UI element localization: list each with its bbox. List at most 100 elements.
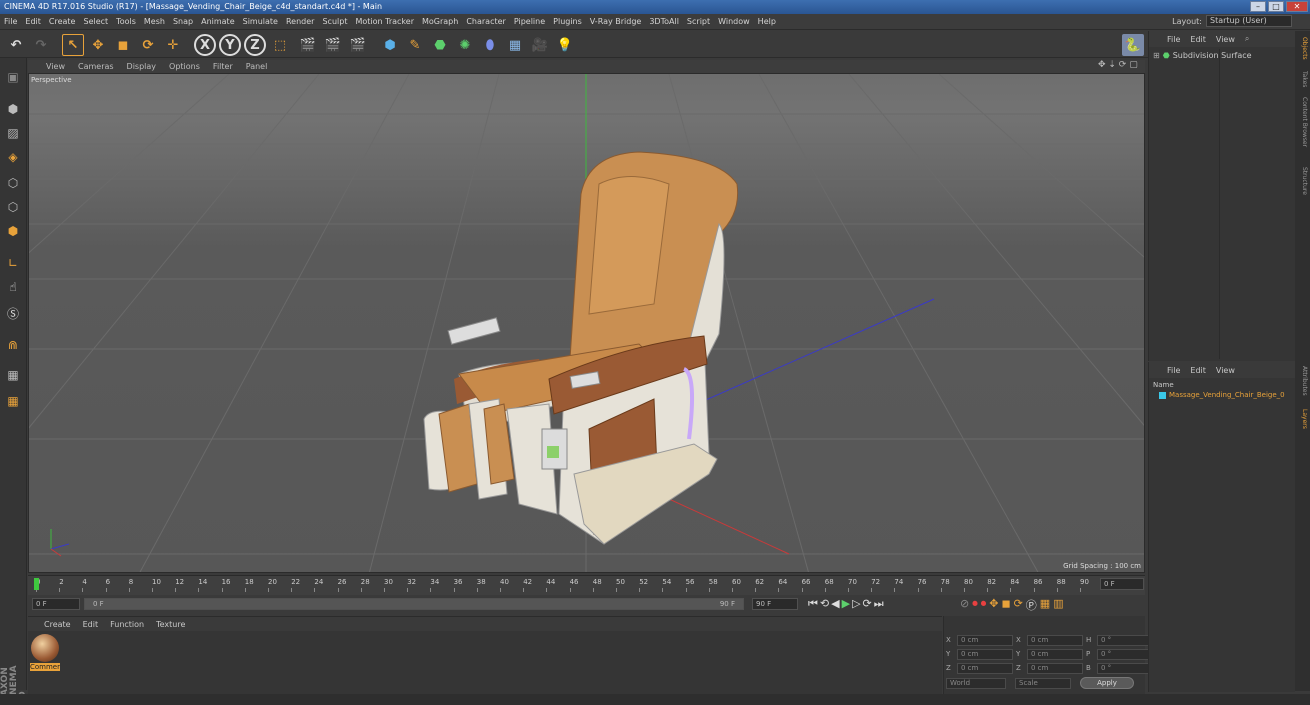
end-frame-field[interactable]: 90 F [752, 598, 798, 610]
model-mode-icon[interactable]: ⬢ [2, 98, 24, 120]
layout-dropdown[interactable]: Startup (User) [1206, 15, 1292, 27]
expand-icon[interactable]: ⊞ [1153, 51, 1160, 60]
tab-attributes[interactable]: Attributes [1297, 366, 1308, 396]
polygons-mode-icon[interactable]: ⬢ [2, 220, 24, 242]
menu-edit[interactable]: Edit [25, 17, 41, 26]
coord-space-dropdown[interactable]: World [946, 677, 1006, 689]
material-swatch[interactable]: Commer [30, 634, 60, 674]
prev-frame-icon[interactable]: ◀ [831, 597, 839, 611]
z-axis-icon[interactable]: Z [244, 34, 266, 56]
next-key-icon[interactable]: ⟳ [863, 597, 872, 611]
play-icon[interactable]: ▶ [842, 597, 850, 611]
undo-icon[interactable]: ↶ [5, 34, 27, 56]
tab-objects[interactable]: Objects [1297, 37, 1308, 60]
maximize-icon[interactable]: □ [1268, 1, 1284, 12]
keyframe-selection-icon[interactable]: ⊘ [960, 597, 969, 613]
scale-tool-icon[interactable]: ◼ [112, 34, 134, 56]
key-rotation-icon[interactable]: ⟳ [1014, 597, 1023, 613]
autokey-icon[interactable]: ⏺ [981, 597, 987, 613]
render-picture-viewer-icon[interactable]: 🎬 [322, 34, 344, 56]
close-icon[interactable]: ✕ [1286, 1, 1308, 12]
layer-menu-file[interactable]: File [1167, 366, 1180, 375]
snap-icon[interactable]: Ⓢ [2, 302, 24, 324]
redo-icon[interactable]: ↷ [30, 34, 52, 56]
deformer-icon[interactable]: ⬮ [479, 34, 501, 56]
layer-menu-edit[interactable]: Edit [1190, 366, 1206, 375]
current-frame-field[interactable]: 0 F [32, 598, 80, 610]
layer-row[interactable]: Massage_Vending_Chair_Beige_0 [1159, 391, 1285, 399]
coord-b-field[interactable]: 0 ° [1097, 662, 1153, 674]
mat-menu-texture[interactable]: Texture [156, 620, 185, 629]
vp-menu-display[interactable]: Display [127, 62, 157, 71]
planar-workplane-icon[interactable]: ▦ [2, 390, 24, 412]
tab-layers[interactable]: Layers [1297, 409, 1308, 429]
coord-size-x-field[interactable]: 0 cm [1027, 634, 1083, 646]
obj-menu-view[interactable]: View [1216, 35, 1235, 44]
menu-mograph[interactable]: MoGraph [422, 17, 458, 26]
tab-content-browser[interactable]: Content Browser [1297, 97, 1308, 147]
menu-script[interactable]: Script [687, 17, 710, 26]
next-frame-icon[interactable]: ▷ [852, 597, 860, 611]
record-icon[interactable]: ⏺ [972, 597, 978, 613]
pen-icon[interactable]: ✎ [404, 34, 426, 56]
transform-tool-icon[interactable]: ✛ [162, 34, 184, 56]
menu-tools[interactable]: Tools [116, 17, 136, 26]
playhead[interactable] [34, 578, 39, 590]
locked-workplane-icon[interactable]: ▦ [2, 364, 24, 386]
coordinate-system-icon[interactable]: ⬚ [269, 34, 291, 56]
menu-3dtoall[interactable]: 3DToAll [649, 17, 679, 26]
coord-h-field[interactable]: 0 ° [1097, 634, 1153, 646]
mat-menu-edit[interactable]: Edit [83, 620, 99, 629]
object-row[interactable]: ⊞ ⬣ Subdivision Surface [1153, 51, 1252, 60]
key-parameter-icon[interactable]: Ⓟ [1026, 597, 1037, 613]
tab-structure[interactable]: Structure [1297, 167, 1308, 195]
tab-takes[interactable]: Takes [1297, 71, 1308, 87]
menu-file[interactable]: File [4, 17, 17, 26]
array-icon[interactable]: ✺ [454, 34, 476, 56]
menu-motion-tracker[interactable]: Motion Tracker [355, 17, 414, 26]
mat-menu-create[interactable]: Create [44, 620, 71, 629]
vp-menu-panel[interactable]: Panel [246, 62, 268, 71]
layer-menu-view[interactable]: View [1216, 366, 1235, 375]
goto-start-icon[interactable]: ⏮ [808, 597, 818, 611]
coord-p-field[interactable]: 0 ° [1097, 648, 1153, 660]
menu-window[interactable]: Window [718, 17, 750, 26]
viewport-perspective[interactable]: Perspective Grid Spacing : 100 cm [28, 73, 1145, 573]
viewport-nav-icons[interactable]: ✥ ⇣ ⟳ ▢ [1098, 60, 1138, 70]
search-icon[interactable]: ⌕ [1245, 34, 1249, 44]
menu-render[interactable]: Render [286, 17, 314, 26]
menu-snap[interactable]: Snap [173, 17, 193, 26]
prev-key-icon[interactable]: ⟲ [820, 597, 829, 611]
menu-vray-bridge[interactable]: V-Ray Bridge [590, 17, 642, 26]
x-axis-icon[interactable]: X [194, 34, 216, 56]
light-icon[interactable]: 💡 [554, 34, 576, 56]
minimize-icon[interactable]: – [1250, 1, 1266, 12]
vp-menu-view[interactable]: View [46, 62, 65, 71]
axis-mode-icon[interactable]: ∟ [2, 252, 24, 274]
render-view-icon[interactable]: 🎬 [297, 34, 319, 56]
magnet-icon[interactable]: ⋒ [2, 334, 24, 356]
texture-mode-icon[interactable]: ▨ [2, 122, 24, 144]
menu-animate[interactable]: Animate [201, 17, 235, 26]
edges-mode-icon[interactable]: ⬡ [2, 196, 24, 218]
vp-menu-options[interactable]: Options [169, 62, 200, 71]
key-pla-icon[interactable]: ▦ [1040, 597, 1050, 613]
mat-menu-function[interactable]: Function [110, 620, 144, 629]
camera-icon[interactable]: 🎥 [529, 34, 551, 56]
obj-menu-edit[interactable]: Edit [1190, 35, 1206, 44]
cube-icon[interactable]: ⬢ [379, 34, 401, 56]
menu-create[interactable]: Create [49, 17, 76, 26]
menu-simulate[interactable]: Simulate [243, 17, 278, 26]
menu-help[interactable]: Help [758, 17, 776, 26]
make-editable-icon[interactable]: ▣ [2, 66, 24, 88]
timeline-ruler[interactable]: 0246810121416182022242628303234363840424… [34, 578, 1098, 592]
timeline-end-field[interactable]: 0 F [1100, 578, 1144, 590]
render-settings-icon[interactable]: 🎬 [347, 34, 369, 56]
menu-mesh[interactable]: Mesh [144, 17, 165, 26]
menu-sculpt[interactable]: Sculpt [322, 17, 347, 26]
key-position-icon[interactable]: ✥ [989, 597, 998, 613]
workplane-icon[interactable]: ◈ [2, 146, 24, 168]
coord-size-z-field[interactable]: 0 cm [1027, 662, 1083, 674]
move-tool-icon[interactable]: ✥ [87, 34, 109, 56]
coord-x-field[interactable]: 0 cm [957, 634, 1013, 646]
